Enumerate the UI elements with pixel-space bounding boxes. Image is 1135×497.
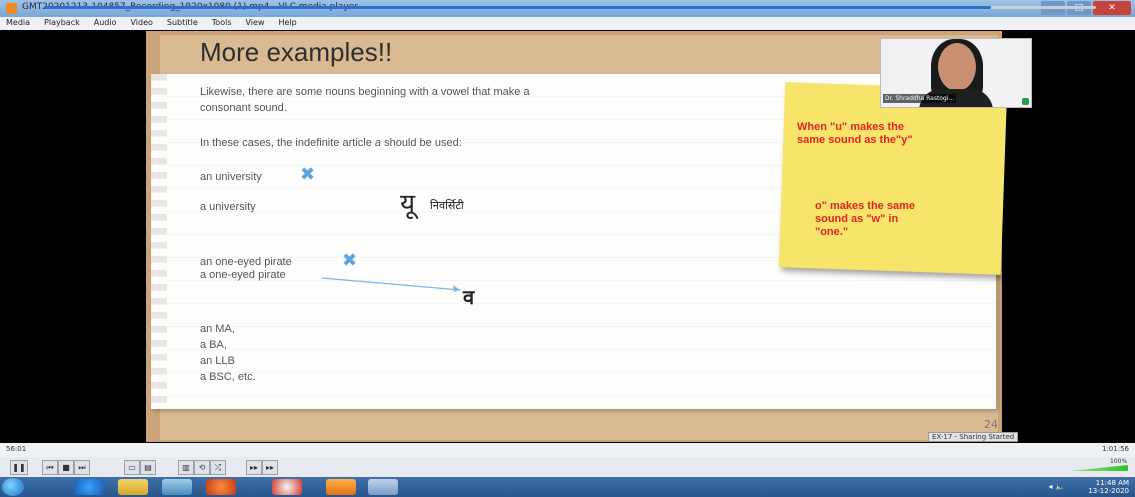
- menu-playback[interactable]: Playback: [44, 18, 80, 27]
- clock-time: 11:48 AM: [1095, 479, 1129, 487]
- presenter-face: [938, 43, 976, 91]
- example-a-one-eyed-pirate: a one-eyed pirate: [200, 269, 286, 281]
- next-button[interactable]: ⏭: [74, 460, 90, 475]
- stop-button[interactable]: ■: [58, 460, 74, 475]
- shuffle-button[interactable]: ⤮: [210, 460, 226, 475]
- ie-browser-icon[interactable]: [74, 479, 104, 495]
- start-orb-icon[interactable]: [2, 478, 24, 496]
- elapsed-time: 56:01: [6, 445, 27, 453]
- total-time: 1:01:56: [1102, 445, 1129, 453]
- slide-text-line-3: In these cases, the indefinite article a…: [200, 137, 462, 149]
- menu-help[interactable]: Help: [278, 18, 296, 27]
- volume-label: 100%: [1110, 458, 1128, 465]
- slow-fast-button[interactable]: ▸▸: [262, 460, 278, 475]
- annotation-arrow: [321, 277, 461, 292]
- example-an-university: an university: [200, 171, 262, 183]
- menu-tools[interactable]: Tools: [212, 18, 232, 27]
- fullscreen-button[interactable]: ▭: [124, 460, 140, 475]
- zoom-taskbar-icon[interactable]: [368, 479, 398, 495]
- pause-button[interactable]: ❚❚: [10, 460, 28, 475]
- sticky-note-2-line-2: sound as "w" in: [815, 213, 899, 225]
- seek-bar-area: 56:01 1:01:56: [0, 443, 1135, 457]
- slide-text-article: a: [374, 137, 382, 149]
- chrome-icon[interactable]: [272, 479, 302, 495]
- volume-tray-icon[interactable]: ◂ 🔈: [1048, 482, 1065, 491]
- vlc-taskbar-icon[interactable]: [326, 479, 356, 495]
- menu-view[interactable]: View: [246, 18, 265, 27]
- menu-media[interactable]: Media: [6, 18, 30, 27]
- volume-slider[interactable]: [1070, 465, 1128, 471]
- hindi-va: व: [463, 285, 475, 309]
- cross-mark-icon: ✖: [342, 250, 358, 271]
- example-an-ma: an MA,: [200, 323, 235, 335]
- sticky-note: [778, 82, 1008, 275]
- sticky-note-1-line-2: same sound as the"y": [797, 134, 913, 146]
- webcam-overlay[interactable]: Dr. Shraddha Rastogi...: [880, 38, 1032, 108]
- frame-step-button[interactable]: ▸▸: [246, 460, 262, 475]
- slide-title: More examples!!: [200, 37, 393, 67]
- sticky-note-2-line-3: "one.": [815, 226, 849, 238]
- firefox-icon[interactable]: [206, 479, 236, 495]
- extended-settings-button[interactable]: ▤: [140, 460, 156, 475]
- close-button[interactable]: ✕: [1093, 1, 1131, 15]
- clock-date: 13-12-2020: [1088, 487, 1129, 495]
- menu-audio[interactable]: Audio: [94, 18, 117, 27]
- example-a-bsc: a BSC, etc.: [200, 371, 256, 383]
- playlist-button[interactable]: ▥: [178, 460, 194, 475]
- paper-torn-edge: [151, 74, 167, 409]
- example-an-one-eyed-pirate: an one-eyed pirate: [200, 256, 292, 268]
- windows-taskbar: ◂ 🔈 11:48 AM 13-12-2020: [0, 477, 1135, 497]
- slide-text-line-3c: should be used:: [384, 137, 462, 149]
- slide-text-line-3a: In these cases, the indefinite article: [200, 137, 372, 149]
- menu-video[interactable]: Video: [130, 18, 152, 27]
- pin-icon[interactable]: [1022, 98, 1029, 105]
- example-an-llb: an LLB: [200, 355, 235, 367]
- example-a-university: a university: [200, 201, 256, 213]
- menu-bar: Media Playback Audio Video Subtitle Tool…: [0, 17, 1135, 31]
- sharing-status-tag: EX-17 - Sharing Started: [928, 432, 1019, 442]
- file-explorer-icon[interactable]: [118, 479, 148, 495]
- menu-subtitle[interactable]: Subtitle: [167, 18, 198, 27]
- cross-mark-icon: ✖: [300, 164, 316, 185]
- system-clock[interactable]: 11:48 AM 13-12-2020: [1088, 479, 1129, 495]
- sticky-note-1-line-1: When "u" makes the: [797, 121, 905, 133]
- seek-progress: [44, 6, 991, 9]
- slide-text-line-1: Likewise, there are some nouns beginning…: [200, 86, 530, 98]
- previous-button[interactable]: ⏮: [42, 460, 58, 475]
- playback-controls: ❚❚ ⏮ ■ ⏭ ▭ ▤ ▥ ⟲ ⤮ ▸▸ ▸▸ 100%: [0, 457, 1135, 478]
- sticky-note-2-line-1: o" makes the same: [815, 200, 915, 212]
- slide-number: 24: [984, 418, 998, 431]
- vlc-cone-icon: [6, 3, 17, 14]
- slide-text-line-2: consonant sound.: [200, 102, 287, 114]
- hindi-yu: यू: [400, 189, 416, 219]
- hindi-university: निवर्सिटी: [430, 199, 464, 212]
- example-a-ba: a BA,: [200, 339, 227, 351]
- loop-button[interactable]: ⟲: [194, 460, 210, 475]
- webcam-name-label: Dr. Shraddha Rastogi...: [883, 94, 957, 103]
- media-player-icon[interactable]: [162, 479, 192, 495]
